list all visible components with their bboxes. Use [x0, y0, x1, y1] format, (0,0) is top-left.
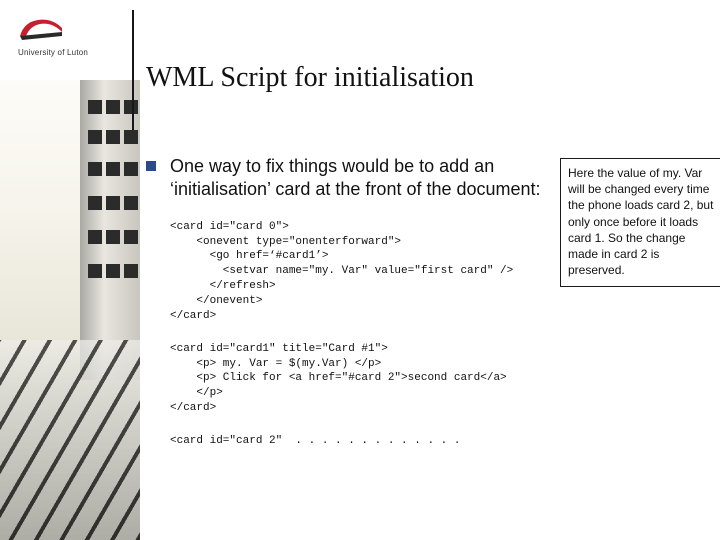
bg-building	[80, 80, 140, 380]
bullet-row: One way to fix things would be to add an…	[146, 155, 546, 202]
slide-title: WML Script for initialisation	[146, 62, 474, 94]
logo-icon	[18, 14, 64, 44]
body-content: One way to fix things would be to add an…	[146, 155, 546, 449]
code-block-1: <card id="card 0"> <onevent type="onente…	[170, 220, 546, 324]
logo: University of Luton	[18, 14, 128, 74]
code-block-2: <card id="card1" title="Card #1"> <p> my…	[170, 342, 546, 416]
vertical-divider	[132, 10, 134, 130]
side-note: Here the value of my. Var will be change…	[560, 158, 720, 287]
background-photo	[0, 80, 140, 540]
code-block-3: <card id="card 2" . . . . . . . . . . . …	[170, 434, 546, 449]
bullet-square-icon	[146, 161, 156, 171]
bg-glass-roof	[0, 340, 140, 540]
bullet-text: One way to fix things would be to add an…	[170, 155, 546, 202]
logo-text: University of Luton	[18, 48, 128, 57]
